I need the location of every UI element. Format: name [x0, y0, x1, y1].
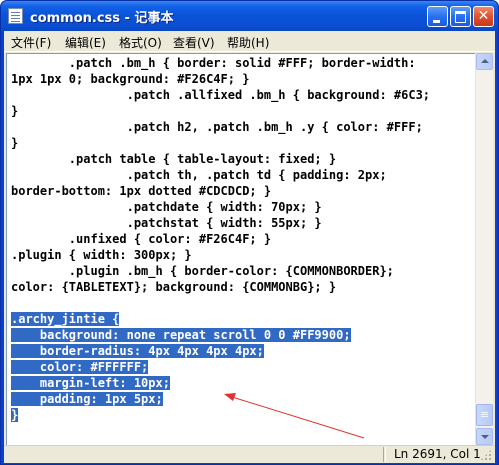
scroll-thumb[interactable] [476, 404, 493, 426]
status-divider [383, 447, 386, 462]
arrow-line [228, 395, 365, 439]
menu-help[interactable]: 帮助(H) [227, 34, 269, 51]
menu-view[interactable]: 查看(V) [173, 34, 215, 51]
window-title: common.css - 记事本 [30, 11, 174, 26]
title-bar[interactable]: common.css - 记事本 ✕ [1, 1, 498, 31]
scroll-down-button[interactable] [476, 428, 493, 445]
menu-bar: 文件(F) 编辑(E) 格式(O) 查看(V) 帮助(H) [4, 31, 495, 52]
minimize-button[interactable] [427, 6, 448, 27]
menu-file[interactable]: 文件(F) [11, 34, 51, 51]
menu-edit[interactable]: 编辑(E) [65, 34, 106, 51]
status-bar: Ln 2691, Col 1 [4, 445, 495, 463]
vertical-scrollbar[interactable] [475, 53, 493, 445]
client-area: 文件(F) 编辑(E) 格式(O) 查看(V) 帮助(H) .patch .bm… [4, 31, 495, 463]
notepad-icon [8, 8, 23, 24]
maximize-button[interactable] [450, 6, 471, 27]
annotation-arrow [224, 393, 365, 439]
menu-format[interactable]: 格式(O) [119, 34, 162, 51]
scroll-up-button[interactable] [476, 53, 493, 70]
close-button[interactable]: ✕ [473, 6, 494, 27]
arrow-head [224, 393, 236, 401]
notepad-window: common.css - 记事本 ✕ 文件(F) 编辑(E) 格式(O) 查看(… [0, 0, 499, 465]
cursor-position: Ln 2691, Col 1 [394, 447, 481, 461]
close-icon: ✕ [477, 8, 490, 24]
text-editor[interactable]: .patch .bm_h { border: solid #FFF; borde… [6, 53, 476, 446]
resize-grip-icon[interactable] [480, 449, 492, 461]
